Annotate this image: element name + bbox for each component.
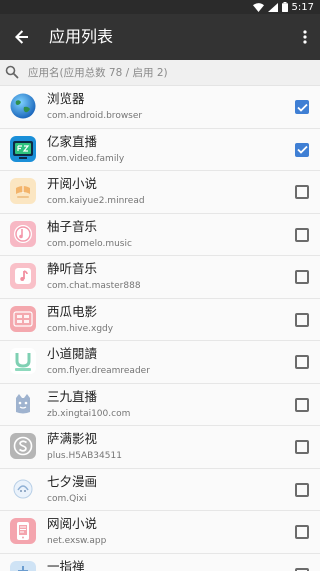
list-item[interactable]: 小道閱讀 com.flyer.dreamreader (0, 341, 320, 384)
app-name: 亿家直播 (47, 133, 98, 149)
mascot-icon (10, 390, 36, 417)
app-name: 萨满影视 (47, 431, 98, 446)
page-title: 应用列表 (49, 27, 114, 46)
list-item[interactable]: 一指禅 (0, 553, 320, 571)
more-options-icon[interactable] (296, 23, 314, 51)
app-name: 柚子音乐 (47, 218, 98, 234)
enable-checkbox[interactable] (295, 355, 309, 369)
status-bar: 5:17 (0, 0, 320, 14)
signal-icon (267, 2, 278, 12)
phone-book-icon (10, 518, 36, 544)
enable-checkbox[interactable] (295, 482, 309, 497)
music-disc-icon (10, 220, 36, 247)
list-item[interactable]: 开阅小说 com.kaiyue2.minread (0, 171, 320, 214)
list-item[interactable]: 三九直播 zb.xingtai100.com (0, 383, 320, 426)
enable-checkbox[interactable] (295, 440, 309, 454)
search-icon (5, 64, 19, 79)
reader-u-icon (10, 348, 36, 374)
enable-checkbox[interactable] (295, 397, 309, 412)
back-arrow-icon[interactable] (8, 23, 36, 51)
battery-icon (281, 2, 288, 12)
app-package: com.flyer.dreamreader (47, 366, 150, 376)
search-bar (0, 60, 320, 86)
list-item[interactable]: 网阅小说 net.exsw.app (0, 511, 320, 554)
app-name: 浏览器 (47, 91, 85, 106)
list-item[interactable]: 萨满影视 plus.H5AB34511 (0, 426, 320, 469)
app-package: com.kaiyue2.minread (47, 196, 145, 206)
app-list: 浏览器 com.android.browser 亿家直播 com.video.f… (0, 86, 320, 571)
movie-badge-icon (10, 305, 36, 332)
globe-icon (10, 93, 36, 119)
app-icon (10, 560, 36, 571)
enable-checkbox[interactable] (295, 312, 309, 327)
toolbar: 应用列表 (0, 14, 320, 60)
enable-checkbox[interactable] (295, 142, 309, 157)
app-package: com.hive.xgdy (47, 323, 114, 334)
app-package: zb.xingtai100.com (47, 408, 131, 419)
enable-checkbox[interactable] (295, 100, 309, 114)
list-item[interactable]: 柚子音乐 com.pomelo.music (0, 213, 320, 256)
enable-checkbox[interactable] (295, 525, 309, 539)
app-name: 一指禅 (47, 558, 85, 571)
search-input[interactable] (28, 63, 308, 83)
enable-checkbox[interactable] (295, 227, 309, 242)
music-note-icon (10, 263, 36, 289)
clock-text: 5:17 (291, 1, 314, 13)
app-package: com.android.browser (47, 111, 143, 121)
app-name: 网阅小说 (47, 516, 98, 531)
comic-icon (10, 475, 36, 502)
enable-checkbox[interactable] (295, 185, 309, 199)
app-name: 西瓜电影 (47, 303, 98, 319)
app-package: com.pomelo.music (47, 238, 132, 249)
app-name: 三九直播 (47, 388, 98, 404)
list-item[interactable]: 七夕漫画 com.Qixi (0, 468, 320, 511)
app-package: com.chat.master888 (47, 281, 141, 291)
app-name: 小道閱讀 (47, 346, 98, 361)
list-item[interactable]: 静听音乐 com.chat.master888 (0, 256, 320, 299)
tv-icon (10, 135, 36, 162)
s-logo-icon (10, 433, 36, 459)
app-package: com.video.family (47, 153, 125, 164)
status-icons: 5:17 (252, 1, 314, 13)
app-name: 静听音乐 (47, 261, 98, 276)
list-item[interactable]: 西瓜电影 com.hive.xgdy (0, 298, 320, 341)
list-item[interactable]: 浏览器 com.android.browser (0, 86, 320, 129)
list-item[interactable]: 亿家直播 com.video.family (0, 128, 320, 171)
app-package: plus.H5AB34511 (47, 451, 122, 461)
enable-checkbox[interactable] (295, 567, 309, 571)
wifi-icon (252, 2, 264, 12)
enable-checkbox[interactable] (295, 270, 309, 284)
app-name: 七夕漫画 (47, 473, 98, 489)
app-package: com.Qixi (47, 493, 87, 504)
book-logo-icon (10, 178, 36, 204)
app-name: 开阅小说 (47, 176, 98, 191)
app-package: net.exsw.app (47, 536, 107, 546)
